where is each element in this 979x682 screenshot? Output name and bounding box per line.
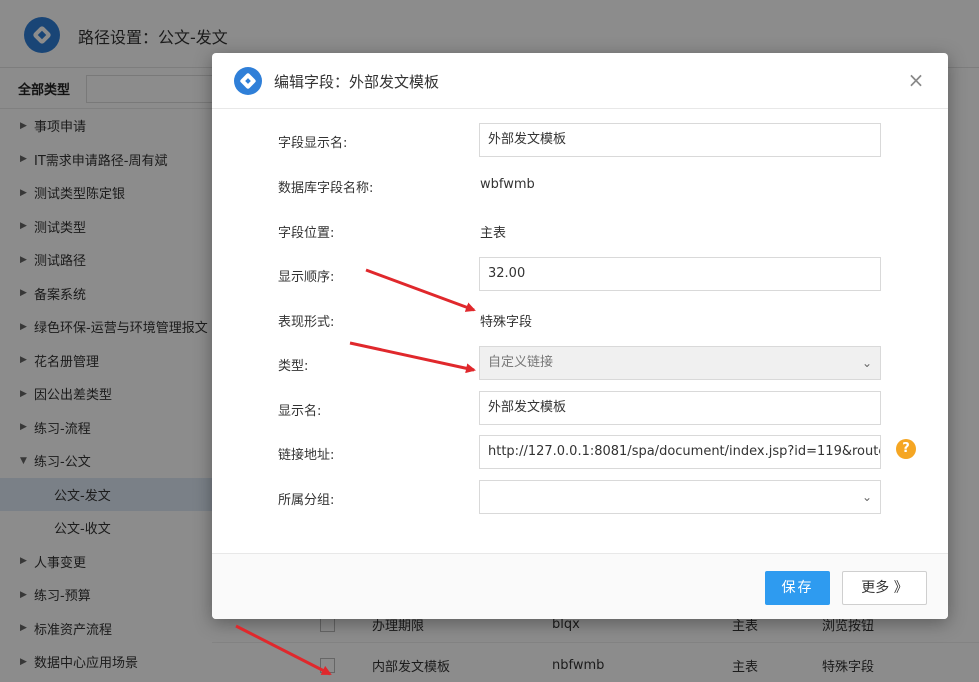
position-value: 主表: [480, 226, 507, 241]
type-label: 类型:: [278, 359, 309, 374]
order-input[interactable]: 32.00: [479, 257, 881, 291]
app-logo-icon: [234, 67, 262, 95]
db-name-value: wbfwmb: [480, 177, 535, 192]
display-name-label: 字段显示名:: [278, 136, 348, 151]
help-icon[interactable]: ?: [896, 439, 916, 459]
edit-field-dialog: 编辑字段：外部发文模板 × 字段显示名: 外部发文模板 数据库字段名称: wbf…: [212, 53, 948, 619]
dialog-title: 编辑字段：外部发文模板: [274, 73, 440, 91]
display-name-input[interactable]: 外部发文模板: [479, 123, 881, 157]
order-label: 显示顺序:: [278, 270, 335, 285]
type-select-value: 自定义链接: [488, 355, 554, 370]
position-label: 字段位置:: [278, 226, 335, 241]
type-select[interactable]: 自定义链接 ⌄: [479, 346, 881, 380]
chevron-down-icon: ⌄: [861, 490, 872, 504]
dialog-footer: 保存 更多 》: [212, 553, 948, 619]
save-button[interactable]: 保存: [765, 571, 830, 605]
form-type-label: 表现形式:: [278, 315, 335, 330]
group-select[interactable]: ⌄: [479, 480, 881, 514]
link-url-input[interactable]: http://127.0.0.1:8081/spa/document/index…: [479, 435, 881, 469]
close-icon[interactable]: ×: [904, 68, 928, 92]
form-type-value: 特殊字段: [480, 315, 533, 330]
show-name-label: 显示名:: [278, 404, 322, 419]
chevron-down-icon: ⌄: [861, 356, 872, 370]
db-name-label: 数据库字段名称:: [278, 181, 374, 196]
dialog-header: 编辑字段：外部发文模板 ×: [212, 53, 948, 109]
group-label: 所属分组:: [278, 493, 335, 508]
show-name-input[interactable]: 外部发文模板: [479, 391, 881, 425]
more-button[interactable]: 更多 》: [842, 571, 927, 605]
link-label: 链接地址:: [278, 448, 335, 463]
